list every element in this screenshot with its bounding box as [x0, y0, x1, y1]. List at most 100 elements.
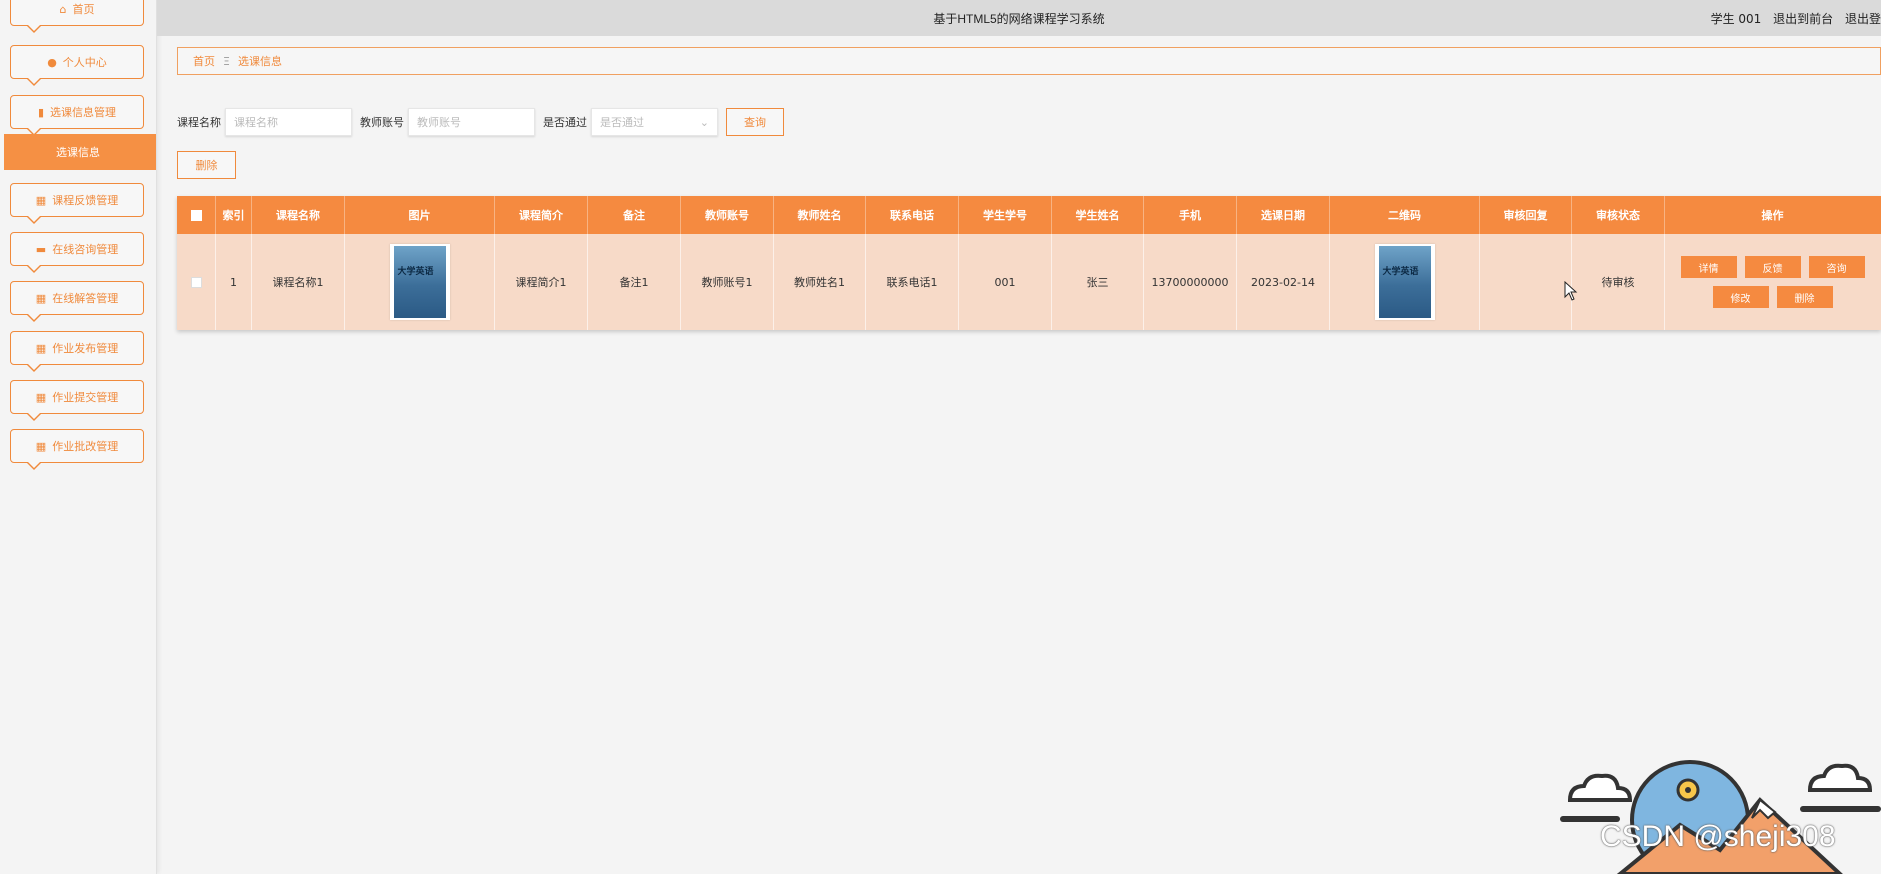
- sidebar-item-feedback[interactable]: ▦ 课程反馈管理: [10, 183, 144, 224]
- select-all-checkbox[interactable]: [190, 209, 202, 221]
- sidebar-item-homework-submit[interactable]: ▦ 作业提交管理: [10, 380, 144, 421]
- header-cell: 教师姓名: [774, 196, 866, 234]
- sidebar-item-personal-center[interactable]: ● 个人中心: [10, 45, 144, 86]
- topbar-user-actions: 学生 001 退出到前台 退出登: [1703, 10, 1881, 27]
- clipboard-icon: ▮: [37, 105, 45, 119]
- cell-mobile: 13700000000: [1144, 234, 1237, 330]
- cell-student-name: 张三: [1052, 234, 1144, 330]
- course-selection-table: 索引 课程名称 图片 课程简介 备注 教师账号 教师姓名 联系电话 学生学号 学…: [177, 196, 1881, 330]
- sidebar: ⌂ 首页 ● 个人中心 ▮ 选课信息管理 选课信息 ▦ 课程反馈管理 ▬ 在线咨…: [0, 0, 157, 874]
- cell-qrcode: 大学英语: [1330, 234, 1480, 330]
- cell-phone: 联系电话1: [866, 234, 959, 330]
- edit-button[interactable]: 修改: [1712, 286, 1769, 308]
- cell-status: 待审核: [1572, 234, 1665, 330]
- cell-teacher-name: 教师姓名1: [774, 234, 866, 330]
- search-form: 课程名称 课程名称 教师账号 教师账号 是否通过 是否通过 ⌄ 查询: [177, 107, 784, 137]
- feedback-button[interactable]: 反馈: [1744, 256, 1801, 278]
- course-image[interactable]: 大学英语: [389, 244, 450, 320]
- app-title: 基于HTML5的网络课程学习系统: [933, 12, 1105, 26]
- cell-reply: [1480, 234, 1572, 330]
- sidebar-item-label: 首页: [72, 3, 95, 16]
- grid-icon: ▦: [35, 291, 47, 305]
- grid-icon: ▦: [35, 341, 47, 355]
- mouse-cursor-icon: [1564, 281, 1578, 301]
- sidebar-item-homework-publish[interactable]: ▦ 作业发布管理: [10, 331, 144, 372]
- watermark-text: CSDN @sheji308: [1600, 820, 1836, 853]
- sidebar-item-label: 在线咨询管理: [52, 243, 119, 256]
- cell-course-name: 课程名称1: [252, 234, 345, 330]
- query-button[interactable]: 查询: [726, 108, 784, 136]
- monitor-icon: ▬: [35, 242, 47, 256]
- header-cell: 索引: [216, 196, 252, 234]
- logout-link[interactable]: 退出登: [1845, 12, 1881, 26]
- breadcrumb-home[interactable]: 首页: [193, 53, 215, 69]
- home-icon: ⌂: [59, 2, 67, 16]
- sidebar-item-answer[interactable]: ▦ 在线解答管理: [10, 281, 144, 322]
- breadcrumb-current: 选课信息: [237, 55, 282, 68]
- header-cell: 选课日期: [1237, 196, 1330, 234]
- consult-button[interactable]: 咨询: [1808, 256, 1865, 278]
- sidebar-item-label: 选课信息管理: [50, 106, 117, 119]
- course-name-label: 课程名称: [177, 116, 221, 129]
- passed-label: 是否通过: [543, 116, 587, 129]
- breadcrumb: 首页 Ξ 选课信息: [177, 47, 1881, 75]
- grid-icon: ▦: [35, 390, 47, 404]
- sidebar-item-label: 作业批改管理: [52, 440, 119, 453]
- course-image-title: 大学英语: [397, 267, 434, 277]
- current-user: 学生 001: [1710, 12, 1762, 26]
- header-cell: 学生姓名: [1052, 196, 1144, 234]
- select-all-checkbox-cell[interactable]: [177, 196, 216, 234]
- table-header-row: 索引 课程名称 图片 课程简介 备注 教师账号 教师姓名 联系电话 学生学号 学…: [177, 196, 1881, 234]
- header-cell: 课程简介: [495, 196, 588, 234]
- sidebar-item-label: 个人中心: [62, 56, 107, 69]
- teacher-account-input[interactable]: 教师账号: [408, 108, 535, 136]
- topbar: 基于HTML5的网络课程学习系统 学生 001 退出到前台 退出登: [157, 0, 1881, 36]
- row-delete-button[interactable]: 删除: [1776, 286, 1833, 308]
- grid-icon: ▦: [35, 439, 47, 453]
- table-row: 1 课程名称1 大学英语 课程简介1 备注1 教师账号1 教师姓名1 联系电话1…: [177, 234, 1881, 330]
- cell-operations: 详情 反馈 咨询 修改 删除: [1665, 234, 1880, 330]
- teacher-account-label: 教师账号: [360, 116, 404, 129]
- grid-icon: ▦: [35, 193, 47, 207]
- header-cell: 课程名称: [252, 196, 345, 234]
- header-cell: 二维码: [1330, 196, 1480, 234]
- sidebar-item-course-selection[interactable]: ▮ 选课信息管理: [10, 95, 144, 136]
- sidebar-subitem-label: 选课信息: [56, 146, 100, 159]
- header-cell: 审核状态: [1572, 196, 1665, 234]
- header-cell: 教师账号: [681, 196, 774, 234]
- course-name-input[interactable]: 课程名称: [225, 108, 352, 136]
- sidebar-item-consult[interactable]: ▬ 在线咨询管理: [10, 232, 144, 273]
- passed-select[interactable]: 是否通过 ⌄: [591, 108, 718, 136]
- cell-remark: 备注1: [588, 234, 681, 330]
- sidebar-item-label: 在线解答管理: [52, 292, 119, 305]
- header-cell: 手机: [1144, 196, 1237, 234]
- back-to-front-link[interactable]: 退出到前台: [1773, 12, 1833, 26]
- row-checkbox[interactable]: [190, 276, 202, 288]
- qrcode-image-title: 大学英语: [1382, 267, 1419, 277]
- sidebar-item-label: 课程反馈管理: [52, 194, 119, 207]
- sidebar-item-label: 作业发布管理: [52, 342, 119, 355]
- sidebar-item-home[interactable]: ⌂ 首页: [10, 0, 144, 33]
- cell-student-no: 001: [959, 234, 1052, 330]
- header-cell: 学生学号: [959, 196, 1052, 234]
- sidebar-item-label: 作业提交管理: [52, 391, 119, 404]
- qrcode-image[interactable]: 大学英语: [1374, 244, 1435, 320]
- cell-index: 1: [216, 234, 252, 330]
- user-icon: ●: [47, 55, 57, 69]
- cell-image: 大学英语: [345, 234, 495, 330]
- delete-button[interactable]: 删除: [177, 151, 236, 179]
- detail-button[interactable]: 详情: [1680, 256, 1737, 278]
- header-cell: 审核回复: [1480, 196, 1572, 234]
- cell-intro: 课程简介1: [495, 234, 588, 330]
- sidebar-subitem-course-info[interactable]: 选课信息: [4, 134, 156, 170]
- header-cell: 联系电话: [866, 196, 959, 234]
- cell-date: 2023-02-14: [1237, 234, 1330, 330]
- passed-select-value: 是否通过: [600, 116, 644, 129]
- header-cell: 图片: [345, 196, 495, 234]
- sidebar-item-homework-grade[interactable]: ▦ 作业批改管理: [10, 429, 144, 470]
- header-cell: 备注: [588, 196, 681, 234]
- header-cell: 操作: [1761, 209, 1784, 222]
- row-checkbox-cell[interactable]: [177, 234, 216, 330]
- cell-teacher-account: 教师账号1: [681, 234, 774, 330]
- chevron-down-icon: ⌄: [699, 115, 709, 129]
